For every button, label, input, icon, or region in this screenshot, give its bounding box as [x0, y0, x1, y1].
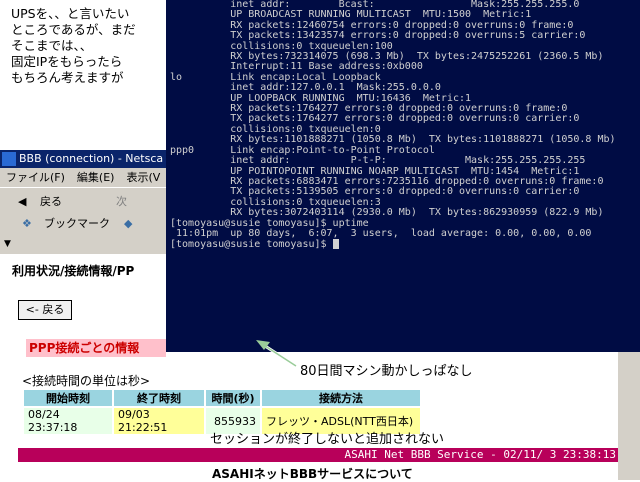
- annotation-label: 80日間マシン動かしっぱなし: [300, 364, 473, 379]
- annotation-arrow: [256, 340, 297, 368]
